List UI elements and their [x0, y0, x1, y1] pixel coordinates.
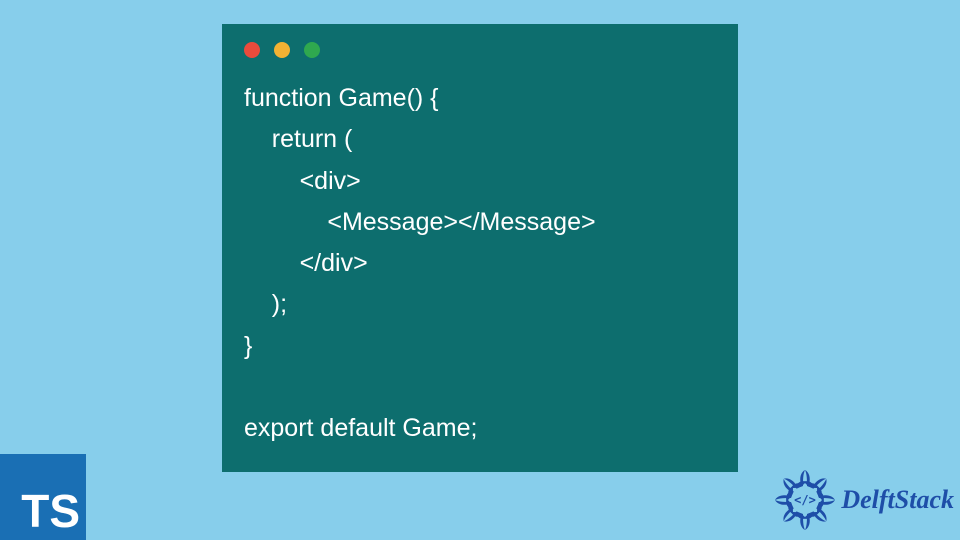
code-window: function Game() { return ( <div> <Messag… — [222, 24, 738, 472]
window-maximize-icon — [304, 42, 320, 58]
code-line: return ( — [244, 125, 352, 153]
typescript-badge: TS — [0, 454, 86, 540]
code-line: } — [244, 332, 252, 360]
svg-text:</>: </> — [795, 493, 817, 507]
delftstack-brand: </> DelftStack — [771, 466, 954, 534]
code-line: function Game() { — [244, 84, 439, 112]
window-controls — [244, 42, 716, 58]
code-line: <div> — [244, 167, 361, 195]
delftstack-logo-icon: </> — [771, 466, 839, 534]
delftstack-brand-text: DelftStack — [841, 485, 954, 515]
window-minimize-icon — [274, 42, 290, 58]
window-close-icon — [244, 42, 260, 58]
code-line: <Message></Message> — [244, 208, 596, 236]
code-block: function Game() { return ( <div> <Messag… — [244, 78, 716, 449]
typescript-badge-label: TS — [21, 484, 80, 538]
code-line: export default Game; — [244, 414, 477, 442]
code-line: ); — [244, 290, 287, 318]
code-line: </div> — [244, 249, 368, 277]
